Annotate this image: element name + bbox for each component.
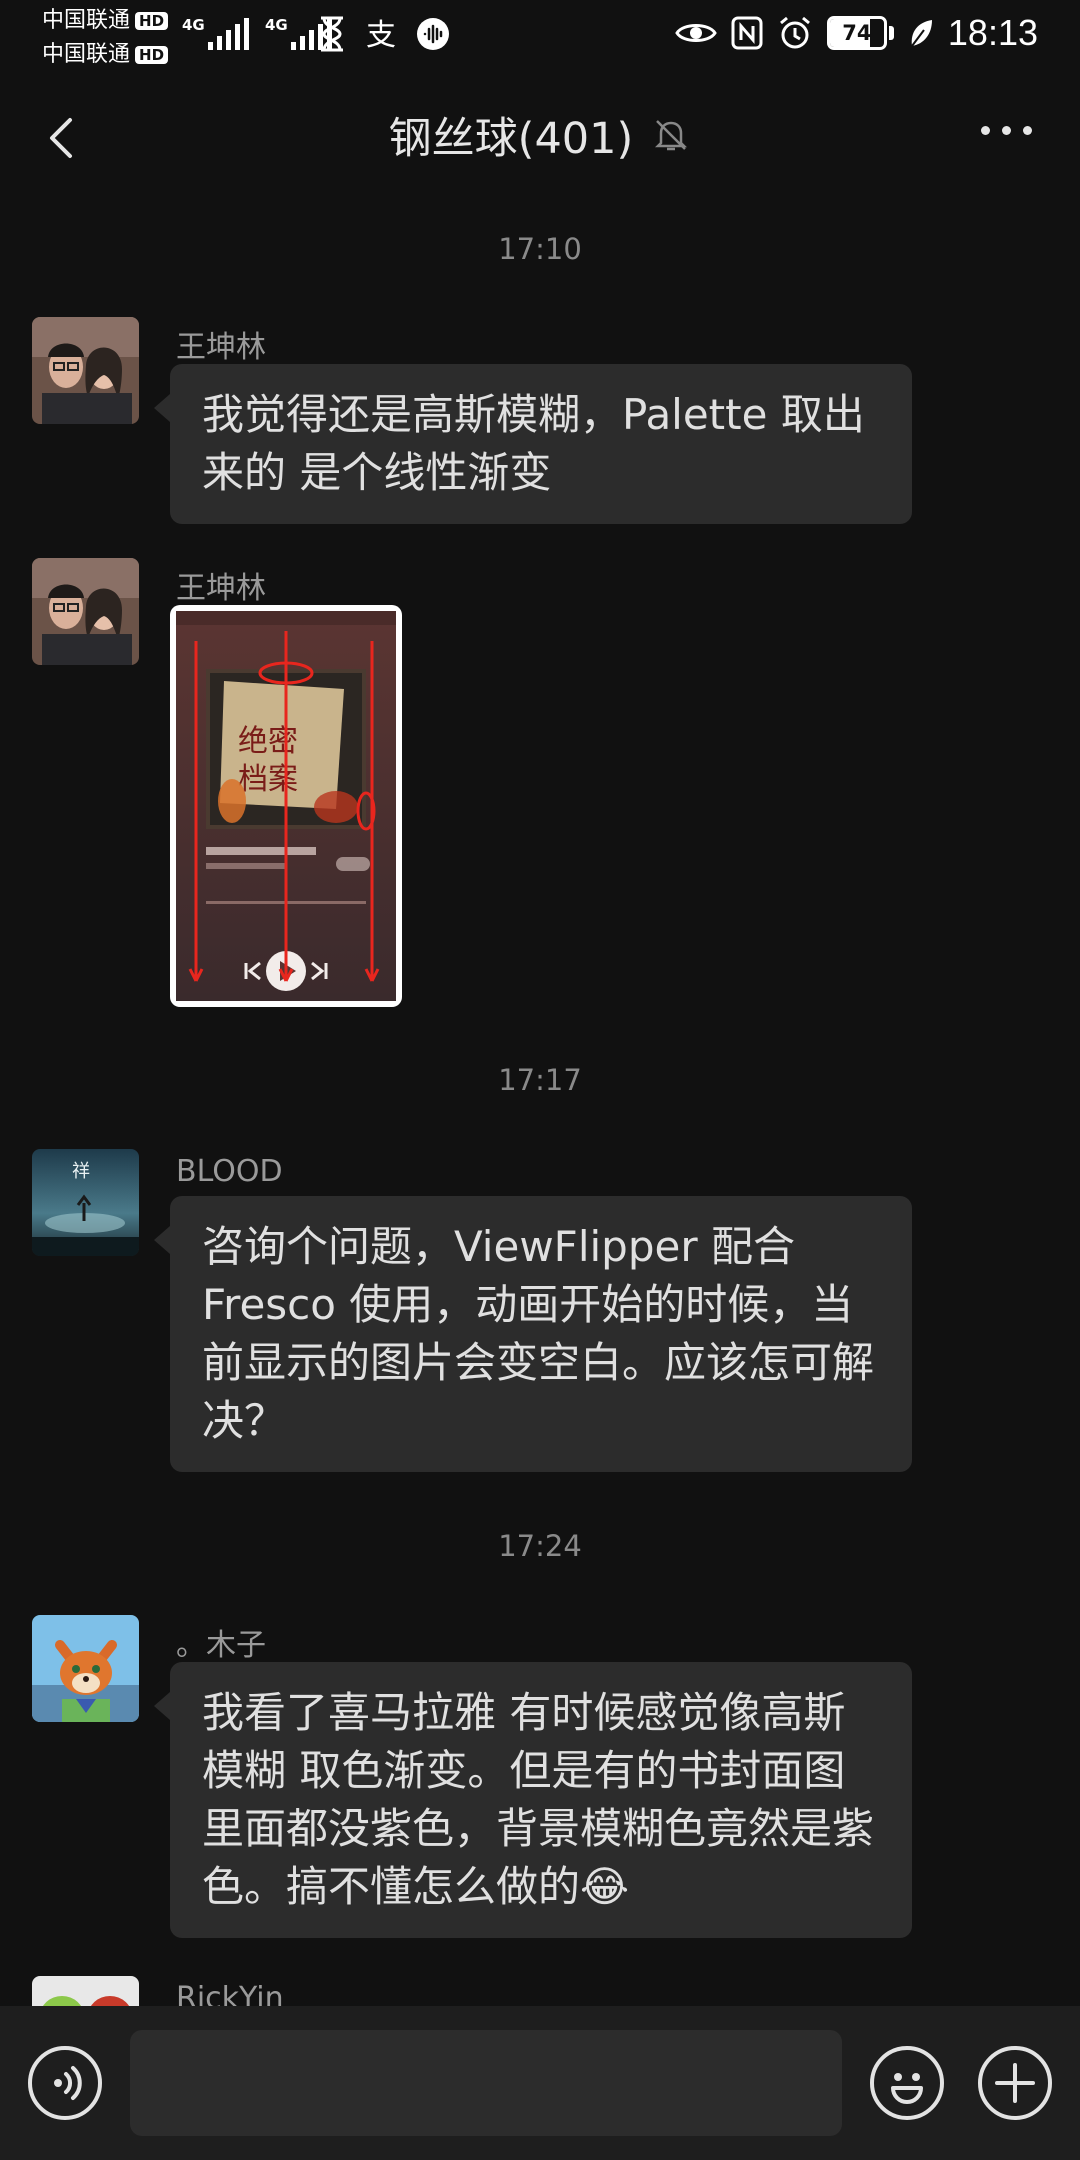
dot-icon — [1023, 126, 1032, 135]
plus-icon — [995, 2063, 1035, 2103]
leaf-icon — [911, 20, 932, 47]
svg-text:档案: 档案 — [238, 762, 298, 797]
shared-screenshot-image: 绝密 档案 — [176, 611, 396, 1001]
hd-badge: HD — [135, 12, 169, 30]
network-type-1: 4G — [182, 16, 205, 34]
svg-text:祥: 祥 — [72, 1161, 90, 1182]
battery-icon: 74 — [826, 16, 887, 50]
bell-muted-icon — [655, 120, 688, 151]
sender-name: BLOOD — [176, 1154, 283, 1189]
message-bubble[interactable]: 咨询个问题，ViewFlipper 配合 Fresco 使用，动画开始的时候，当… — [154, 1196, 912, 1472]
sender-name: 王坤林 — [176, 571, 266, 606]
status-clock: 18:13 — [947, 12, 1038, 53]
eye-icon — [675, 24, 717, 42]
message-text-field[interactable] — [130, 2030, 842, 2136]
dot-icon — [1002, 126, 1011, 135]
message-bubble[interactable]: 我觉得还是高斯模糊，Palette 取出来的 是个线性渐变 — [154, 364, 912, 524]
time-separator: 17:24 — [498, 1529, 582, 1563]
voice-button[interactable] — [28, 2046, 102, 2120]
signal-indicators: 4G 4G — [182, 14, 332, 50]
carrier-2: 中国联通 — [42, 42, 131, 67]
chat-title[interactable]: 钢丝球(401) — [389, 104, 634, 166]
audio-icon — [417, 18, 449, 50]
carrier-1: 中国联通 — [42, 8, 131, 33]
emoji-icon — [891, 2073, 923, 2104]
hd-badge: HD — [135, 46, 169, 64]
system-indicators: 74 18:13 — [675, 12, 1038, 54]
avatar[interactable] — [32, 317, 139, 424]
alarm-icon — [779, 16, 810, 49]
signal-icon: 4G — [182, 14, 249, 50]
nfc-icon — [731, 16, 763, 50]
voice-icon — [54, 2066, 82, 2100]
battery-level: 74 — [842, 21, 872, 45]
chat-header: 钢丝球(401) — [0, 96, 1080, 180]
hourglass-icon — [321, 16, 343, 52]
svg-text:绝密: 绝密 — [238, 724, 298, 759]
more-functions-button[interactable] — [978, 2046, 1052, 2120]
sender-name: 。木子 — [176, 1628, 266, 1663]
notification-icons: 支 — [318, 16, 450, 52]
sender-name: 王坤林 — [176, 330, 266, 365]
network-type-2: 4G — [265, 16, 288, 34]
avatar[interactable] — [32, 558, 139, 665]
dot-icon — [981, 126, 990, 135]
message-input-bar — [0, 2006, 1080, 2160]
alipay-icon: 支 — [366, 18, 396, 51]
image-message[interactable]: 绝密 档案 — [170, 605, 402, 1007]
more-options-button[interactable] — [981, 126, 1032, 135]
svg-text:支: 支 — [366, 18, 396, 51]
message-bubble[interactable]: 我看了喜马拉雅 有时候感觉像高斯模糊 取色渐变。但是有的书封面图里面都没紫色，背… — [154, 1662, 912, 1938]
avatar[interactable] — [32, 1615, 139, 1722]
time-separator: 17:17 — [498, 1063, 582, 1097]
carrier-info: 中国联通 HD 中国联通 HD — [42, 4, 169, 72]
emoji-button[interactable] — [870, 2046, 944, 2120]
time-separator: 17:10 — [498, 232, 582, 266]
avatar[interactable]: 祥 — [32, 1149, 139, 1256]
status-bar: 中国联通 HD 中国联通 HD 4G 4G 支 74 18:13 — [0, 0, 1080, 76]
